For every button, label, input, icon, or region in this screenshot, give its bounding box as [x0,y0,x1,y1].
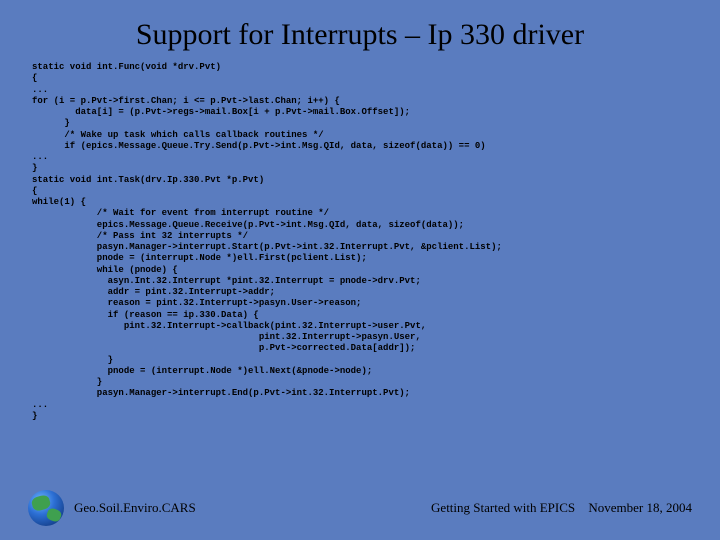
footer: Geo.Soil.Enviro.CARS Getting Started wit… [0,490,720,526]
slide-title: Support for Interrupts – Ip 330 driver [28,18,692,52]
code-block: static void int.Func(void *drv.Pvt) { ..… [32,62,692,422]
slide: Support for Interrupts – Ip 330 driver s… [0,0,720,540]
footer-right: Getting Started with EPICS November 18, … [431,500,692,516]
footer-date: November 18, 2004 [588,500,692,515]
footer-course: Getting Started with EPICS [431,500,575,515]
globe-icon [28,490,64,526]
footer-left: Geo.Soil.Enviro.CARS [74,500,196,516]
